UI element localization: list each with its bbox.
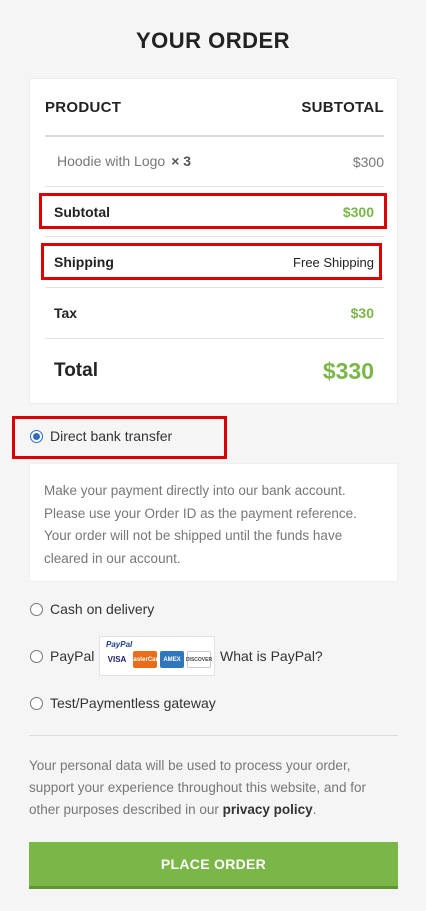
tax-row: Tax $30 [45, 288, 384, 339]
divider [29, 735, 398, 736]
shipping-label: Shipping [54, 254, 114, 270]
shipping-value: Free Shipping [293, 254, 374, 270]
table-header: PRODUCT SUBTOTAL [45, 79, 384, 137]
privacy-end: . [312, 802, 317, 817]
column-product: PRODUCT [45, 98, 122, 116]
bank-transfer-radio[interactable] [30, 430, 43, 443]
test-gateway-radio[interactable] [30, 697, 43, 710]
subtotal-row: Subtotal $300 [45, 187, 384, 237]
product-price: $300 [352, 153, 384, 170]
product-name: Hoodie with Logo [57, 152, 166, 169]
tax-label: Tax [54, 305, 78, 321]
total-row: Total $330 [45, 339, 384, 403]
paypal-logo-text: PayPal [106, 640, 133, 649]
mastercard-icon: MasterCard [129, 651, 162, 668]
bank-transfer-description: Make your payment directly into our bank… [29, 463, 398, 582]
tax-value: $30 [350, 305, 374, 321]
visa-icon: VISA [105, 651, 129, 668]
test-gateway-label[interactable]: Test/Paymentless gateway [50, 695, 216, 711]
subtotal-value: $300 [342, 203, 374, 220]
discover-icon: DISCOVER [186, 651, 212, 668]
product-qty: × 3 [171, 152, 192, 169]
place-order-button[interactable]: PLACE ORDER [29, 842, 398, 889]
subtotal-label: Subtotal [54, 203, 110, 220]
order-summary-table: PRODUCT SUBTOTAL Hoodie with Logo × 3 $30… [29, 78, 398, 404]
cod-label[interactable]: Cash on delivery [50, 601, 154, 617]
table-row: Hoodie with Logo × 3 $300 [45, 137, 384, 187]
amex-icon: AMEX [160, 651, 184, 668]
column-subtotal: SUBTOTAL [301, 98, 384, 116]
privacy-notice: Your personal data will be used to proce… [29, 755, 398, 821]
paypal-radio[interactable] [30, 650, 43, 663]
total-value: $330 [322, 357, 374, 384]
total-label: Total [54, 360, 98, 381]
page-title: YOUR ORDER [135, 28, 291, 53]
privacy-policy-link[interactable]: privacy policy [223, 802, 313, 817]
what-is-paypal-link[interactable]: What is PayPal? [220, 648, 323, 664]
bank-transfer-label[interactable]: Direct bank transfer [50, 428, 172, 444]
cod-radio[interactable] [30, 603, 43, 616]
paypal-label[interactable]: PayPal [50, 648, 94, 664]
shipping-row: Shipping Free Shipping [45, 237, 384, 288]
paypal-logo: PayPal VISA MasterCard AMEX DISCOVER [99, 636, 215, 676]
